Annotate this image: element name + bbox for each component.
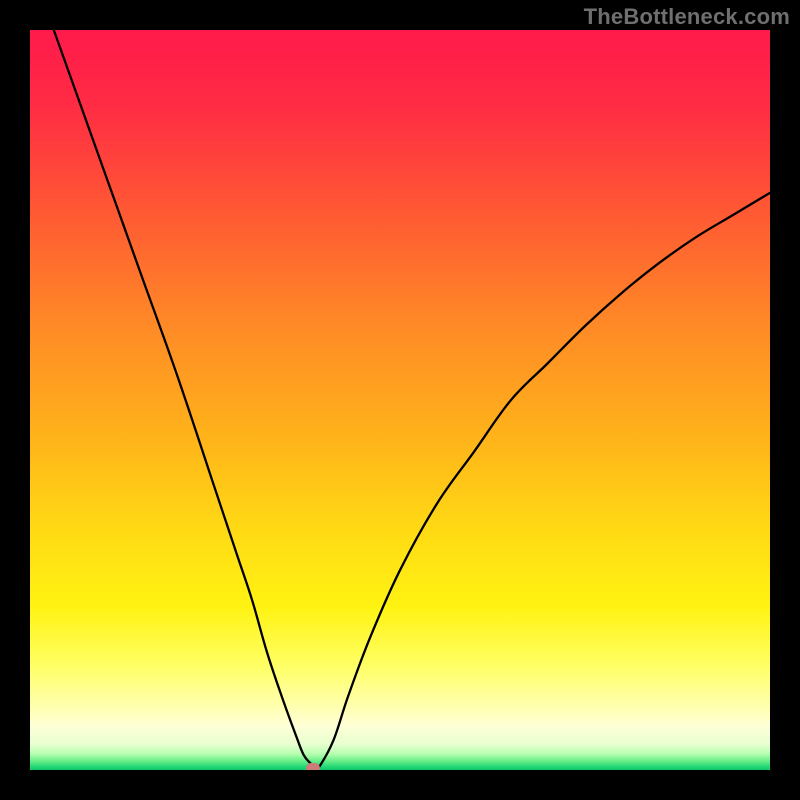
plot-area [30, 30, 770, 770]
watermark-text: TheBottleneck.com [584, 4, 790, 30]
chart-frame: TheBottleneck.com [0, 0, 800, 800]
optimal-point-marker [306, 763, 320, 770]
bottleneck-curve [30, 30, 770, 770]
